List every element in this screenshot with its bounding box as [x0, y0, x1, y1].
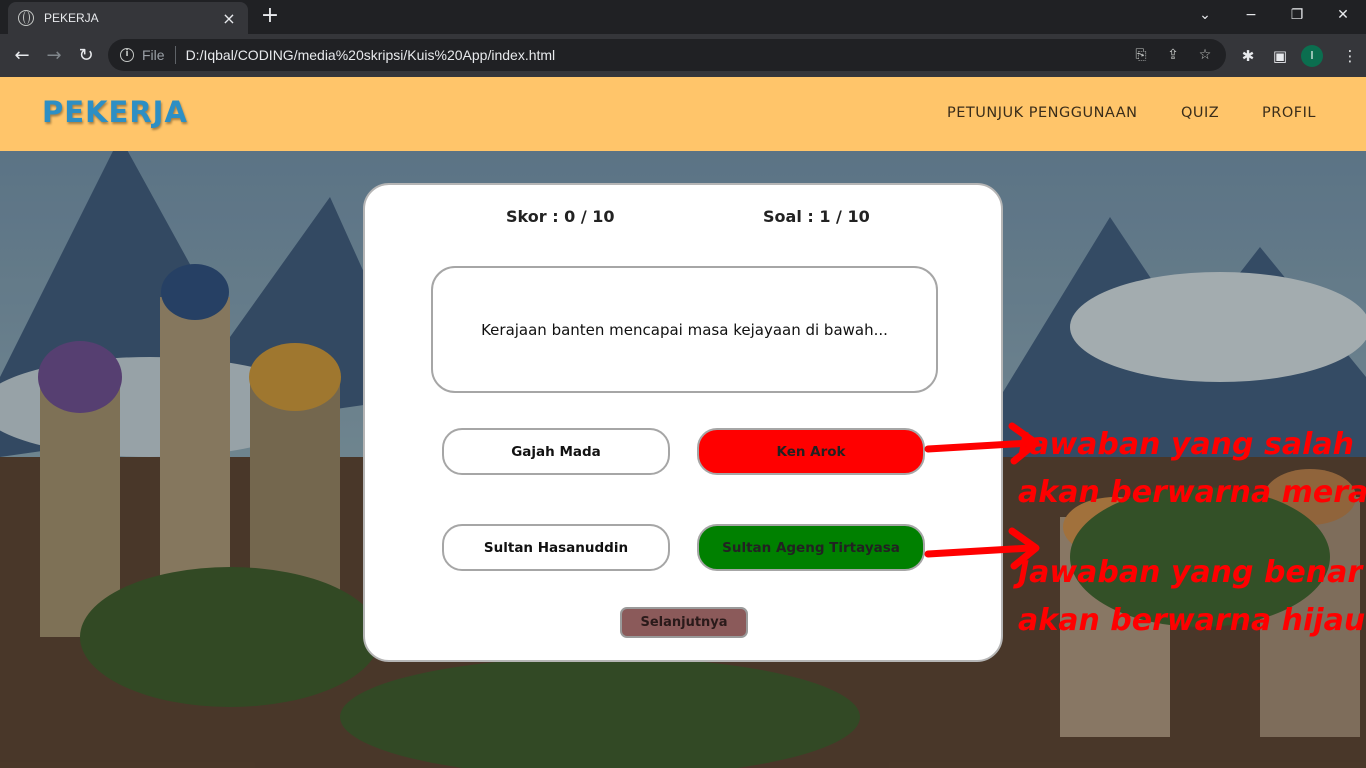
- globe-icon: [18, 10, 34, 26]
- close-tab-icon[interactable]: ×: [220, 9, 238, 28]
- url-scheme: File: [142, 47, 165, 63]
- site-navbar: PEKERJA PETUNJUK PENGGUNAAN QUIZ PROFIL: [0, 77, 1366, 151]
- annotation-wrong-line2: akan berwarna merah: [1018, 475, 1366, 510]
- option-button-1[interactable]: Gajah Mada: [442, 428, 670, 475]
- site-logo[interactable]: PEKERJA: [42, 95, 188, 129]
- divider: [174, 46, 176, 64]
- annotation-correct-line2: akan berwarna hijau: [1018, 603, 1366, 638]
- tab-search-icon[interactable]: ⌄: [1182, 0, 1228, 34]
- browser-toolbar: ← → ↻ i File D:/Iqbal/CODING/media%20skr…: [0, 34, 1366, 77]
- menu-icon[interactable]: ⋮: [1336, 42, 1364, 70]
- extensions-icon[interactable]: ✱: [1234, 42, 1262, 70]
- side-panel-icon[interactable]: ▣: [1266, 42, 1294, 70]
- address-bar[interactable]: i File D:/Iqbal/CODING/media%20skripsi/K…: [108, 39, 1226, 71]
- browser-tab[interactable]: PEKERJA ×: [8, 2, 248, 34]
- new-tab-button[interactable]: +: [258, 4, 282, 28]
- back-icon[interactable]: ←: [8, 42, 36, 70]
- info-icon[interactable]: i: [120, 48, 134, 62]
- tab-title: PEKERJA: [44, 11, 99, 25]
- translate-icon[interactable]: ⎘: [1130, 44, 1152, 66]
- score-display: Skor : 0 / 10: [506, 207, 615, 226]
- option-button-3[interactable]: Sultan Hasanuddin: [442, 524, 670, 571]
- url-text[interactable]: D:/Iqbal/CODING/media%20skripsi/Kuis%20A…: [186, 47, 1130, 63]
- annotation-wrong-line1: Jawaban yang salah: [1018, 427, 1354, 462]
- question-text: Kerajaan banten mencapai masa kejayaan d…: [481, 320, 888, 339]
- question-counter: Soal : 1 / 10: [763, 207, 870, 226]
- tab-strip: PEKERJA × + ⌄ − ❐ ✕: [0, 0, 1366, 34]
- bookmark-star-icon[interactable]: ☆: [1194, 44, 1216, 66]
- annotation-correct-line1: Jawaban yang benar: [1018, 555, 1363, 590]
- maximize-icon[interactable]: ❐: [1274, 0, 1320, 34]
- question-box: Kerajaan banten mencapai masa kejayaan d…: [431, 266, 938, 393]
- option-button-2-wrong[interactable]: Ken Arok: [697, 428, 925, 475]
- next-button[interactable]: Selanjutnya: [620, 607, 748, 638]
- option-button-4-correct[interactable]: Sultan Ageng Tirtayasa: [697, 524, 925, 571]
- share-icon[interactable]: ⇪: [1162, 44, 1184, 66]
- profile-avatar[interactable]: I: [1301, 45, 1323, 67]
- quiz-card: Skor : 0 / 10 Soal : 1 / 10 Kerajaan ban…: [363, 183, 1003, 662]
- annotation-correct: Jawaban yang benar akan berwarna hijau: [1018, 549, 1366, 645]
- nav-link-petunjuk[interactable]: PETUNJUK PENGGUNAAN: [947, 105, 1138, 121]
- reload-icon[interactable]: ↻: [72, 42, 100, 70]
- nav-link-quiz[interactable]: QUIZ: [1181, 105, 1219, 121]
- web-page: PEKERJA PETUNJUK PENGGUNAAN QUIZ PROFIL …: [0, 77, 1366, 768]
- nav-link-profil[interactable]: PROFIL: [1262, 105, 1316, 121]
- minimize-icon[interactable]: −: [1228, 0, 1274, 34]
- window-close-icon[interactable]: ✕: [1320, 0, 1366, 34]
- forward-icon[interactable]: →: [40, 42, 68, 70]
- annotation-wrong: Jawaban yang salah akan berwarna merah: [1018, 421, 1366, 517]
